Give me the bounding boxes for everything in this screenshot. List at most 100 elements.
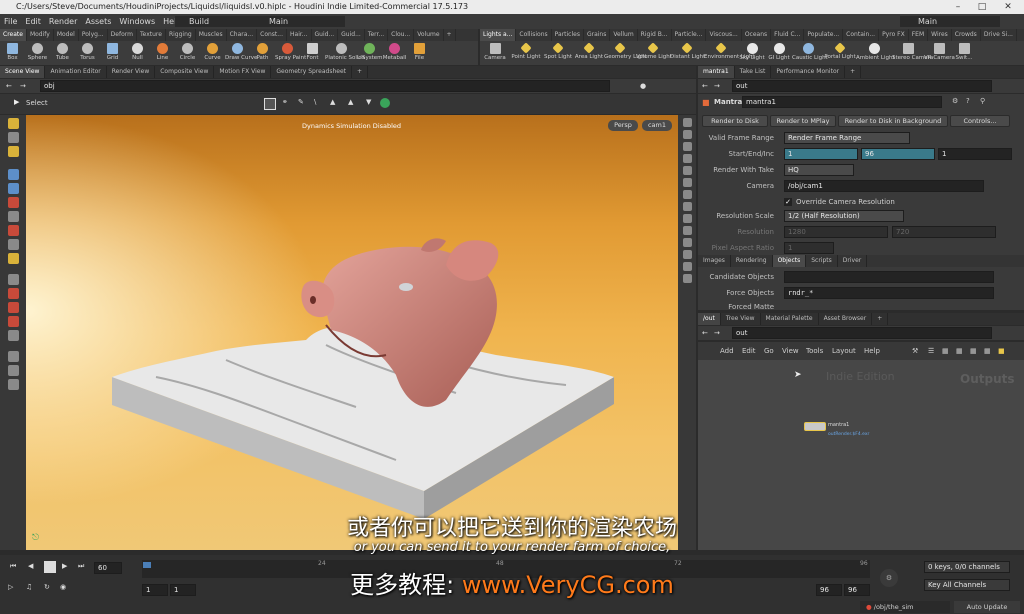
- tool-caustic-light[interactable]: Caustic Light: [792, 41, 828, 65]
- network-path-field[interactable]: out: [732, 327, 992, 339]
- tool-sphere[interactable]: Sphere: [25, 41, 50, 65]
- tool-font[interactable]: Font: [300, 41, 325, 65]
- tab-tree-view[interactable]: Tree View: [721, 313, 761, 325]
- inc-frame-field[interactable]: 1: [938, 148, 1012, 160]
- tool-geometry-light[interactable]: Geometry Light: [604, 41, 647, 65]
- snap-grid-icon[interactable]: [7, 274, 19, 285]
- menu-assets[interactable]: Assets: [81, 17, 115, 26]
- pixel-aspect-field[interactable]: 1: [784, 242, 834, 254]
- lock-camera-icon[interactable]: [7, 365, 19, 376]
- grid-view-icon[interactable]: ▦: [942, 342, 949, 360]
- normals-icon[interactable]: [682, 190, 692, 199]
- desktop-main-select[interactable]: Main: [255, 16, 345, 27]
- network-menu-go[interactable]: Go: [764, 342, 774, 360]
- help-icon[interactable]: ?: [966, 97, 970, 105]
- valid-frame-range-select[interactable]: Render Frame Range: [784, 132, 910, 144]
- gear-icon[interactable]: ⚙: [952, 97, 958, 105]
- shelf-tab[interactable]: Populate...: [804, 29, 844, 41]
- network-box-icon[interactable]: ▦: [970, 342, 977, 360]
- tab-performance-monitor[interactable]: Performance Monitor: [771, 66, 846, 78]
- render-to-mplay-button[interactable]: Render to MPlay: [770, 115, 836, 127]
- shelf-tab[interactable]: Hair...: [287, 29, 312, 41]
- tool-gi-light[interactable]: GI Light: [766, 41, 792, 65]
- shelf-tab[interactable]: Vellum: [610, 29, 638, 41]
- tool-draw-curve[interactable]: Draw Curve: [225, 41, 257, 65]
- translate-tool-icon[interactable]: [7, 197, 19, 208]
- add-tab-icon[interactable]: +: [352, 66, 369, 78]
- tool-tube[interactable]: Tube: [50, 41, 75, 65]
- tab-scripts[interactable]: Scripts: [806, 255, 838, 267]
- network-menu-layout[interactable]: Layout: [832, 342, 856, 360]
- right-top-path-field[interactable]: out: [732, 80, 992, 92]
- menu-file[interactable]: File: [0, 17, 21, 26]
- menu-render[interactable]: Render: [45, 17, 81, 26]
- markers-icon[interactable]: [682, 238, 692, 247]
- shelf-tab[interactable]: Viscous...: [706, 29, 742, 41]
- camera-menu[interactable]: cam1: [642, 120, 672, 131]
- magnet-icon[interactable]: [7, 330, 19, 341]
- shelf-tab[interactable]: Guid...: [312, 29, 339, 41]
- tool-stereo-camera[interactable]: Stereo Camera: [892, 41, 933, 65]
- shading-icon[interactable]: [682, 142, 692, 151]
- tab-objects[interactable]: Objects: [772, 255, 807, 267]
- tab-composite-view[interactable]: Composite View: [155, 66, 215, 78]
- shelf-tab[interactable]: Deform: [108, 29, 137, 41]
- minimize-icon[interactable]: –: [946, 0, 970, 14]
- shelf-tab[interactable]: Texture: [137, 29, 166, 41]
- render-background-button[interactable]: Render to Disk in Background: [838, 115, 948, 127]
- tool-line[interactable]: Line: [150, 41, 175, 65]
- tool-box[interactable]: Box: [0, 41, 25, 65]
- override-resolution-checkbox[interactable]: ✓: [784, 198, 792, 206]
- network-menu-add[interactable]: Add: [720, 342, 734, 360]
- end-frame-field[interactable]: 96: [861, 148, 935, 160]
- snap-icon[interactable]: [380, 98, 390, 108]
- shelf-tab[interactable]: Guid...: [338, 29, 365, 41]
- tab-geometry-spreadsheet[interactable]: Geometry Spreadsheet: [271, 66, 352, 78]
- tab-animation-editor[interactable]: Animation Editor: [45, 66, 107, 78]
- select-hidden-icon[interactable]: ▼: [366, 98, 371, 106]
- lasso-icon[interactable]: ⚭: [282, 98, 288, 106]
- node-name-field[interactable]: mantra1: [742, 96, 942, 108]
- maximize-icon[interactable]: □: [970, 0, 994, 14]
- shelf-tab[interactable]: Particles: [552, 29, 584, 41]
- tab-motion-fx-view[interactable]: Motion FX View: [214, 66, 272, 78]
- view-tool-icon[interactable]: [7, 118, 19, 129]
- auto-update-select[interactable]: Auto Update: [954, 601, 1020, 613]
- shelf-tab[interactable]: Model: [54, 29, 79, 41]
- note-icon[interactable]: ■: [998, 342, 1005, 360]
- controls-button[interactable]: Controls...: [950, 115, 1010, 127]
- tool-area-light[interactable]: Area Light: [574, 41, 604, 65]
- forward-icon[interactable]: →: [20, 79, 26, 93]
- camera-tool-icon[interactable]: [7, 132, 19, 143]
- tool-environment-light[interactable]: Environment Light: [704, 41, 755, 65]
- shelf-tab[interactable]: Volume: [414, 29, 444, 41]
- network-menu-edit[interactable]: Edit: [742, 342, 756, 360]
- resolution-scale-select[interactable]: 1/2 (Half Resolution): [784, 210, 904, 222]
- shelf-tab[interactable]: Modify: [27, 29, 54, 41]
- tool-l-system[interactable]: L-System: [357, 41, 382, 65]
- shelf-tab[interactable]: Const...: [257, 29, 287, 41]
- rotate-tool-icon[interactable]: [7, 211, 19, 222]
- display-options-icon[interactable]: [682, 118, 692, 127]
- tool-torus[interactable]: Torus: [75, 41, 100, 65]
- tab-material-palette[interactable]: Material Palette: [761, 313, 819, 325]
- shelf-tab-create[interactable]: Create: [0, 29, 27, 41]
- select-tool-icon[interactable]: [7, 169, 19, 180]
- tool-spray-paint[interactable]: Spray Paint: [275, 41, 306, 65]
- shelf-tab[interactable]: Pyro FX: [879, 29, 909, 41]
- render-region-icon[interactable]: [7, 351, 19, 362]
- shelf-tab[interactable]: Crowds: [952, 29, 981, 41]
- select-box-icon[interactable]: [264, 98, 276, 110]
- snap-prim-icon[interactable]: [7, 288, 19, 299]
- select-groups-icon[interactable]: ▲: [348, 98, 353, 106]
- back-icon[interactable]: ←: [6, 79, 12, 93]
- add-shelf-tab-icon[interactable]: +: [444, 29, 456, 41]
- handle-tool-icon[interactable]: [7, 183, 19, 194]
- frame-all-icon[interactable]: [682, 262, 692, 271]
- tool-metaball[interactable]: Metaball: [382, 41, 407, 65]
- candidate-objects-field[interactable]: [784, 271, 994, 283]
- tool-point-light[interactable]: Point Light: [510, 41, 542, 65]
- laser-select-icon[interactable]: \: [314, 98, 316, 106]
- pin-icon[interactable]: ●: [640, 79, 646, 93]
- tool-grid[interactable]: Grid: [100, 41, 125, 65]
